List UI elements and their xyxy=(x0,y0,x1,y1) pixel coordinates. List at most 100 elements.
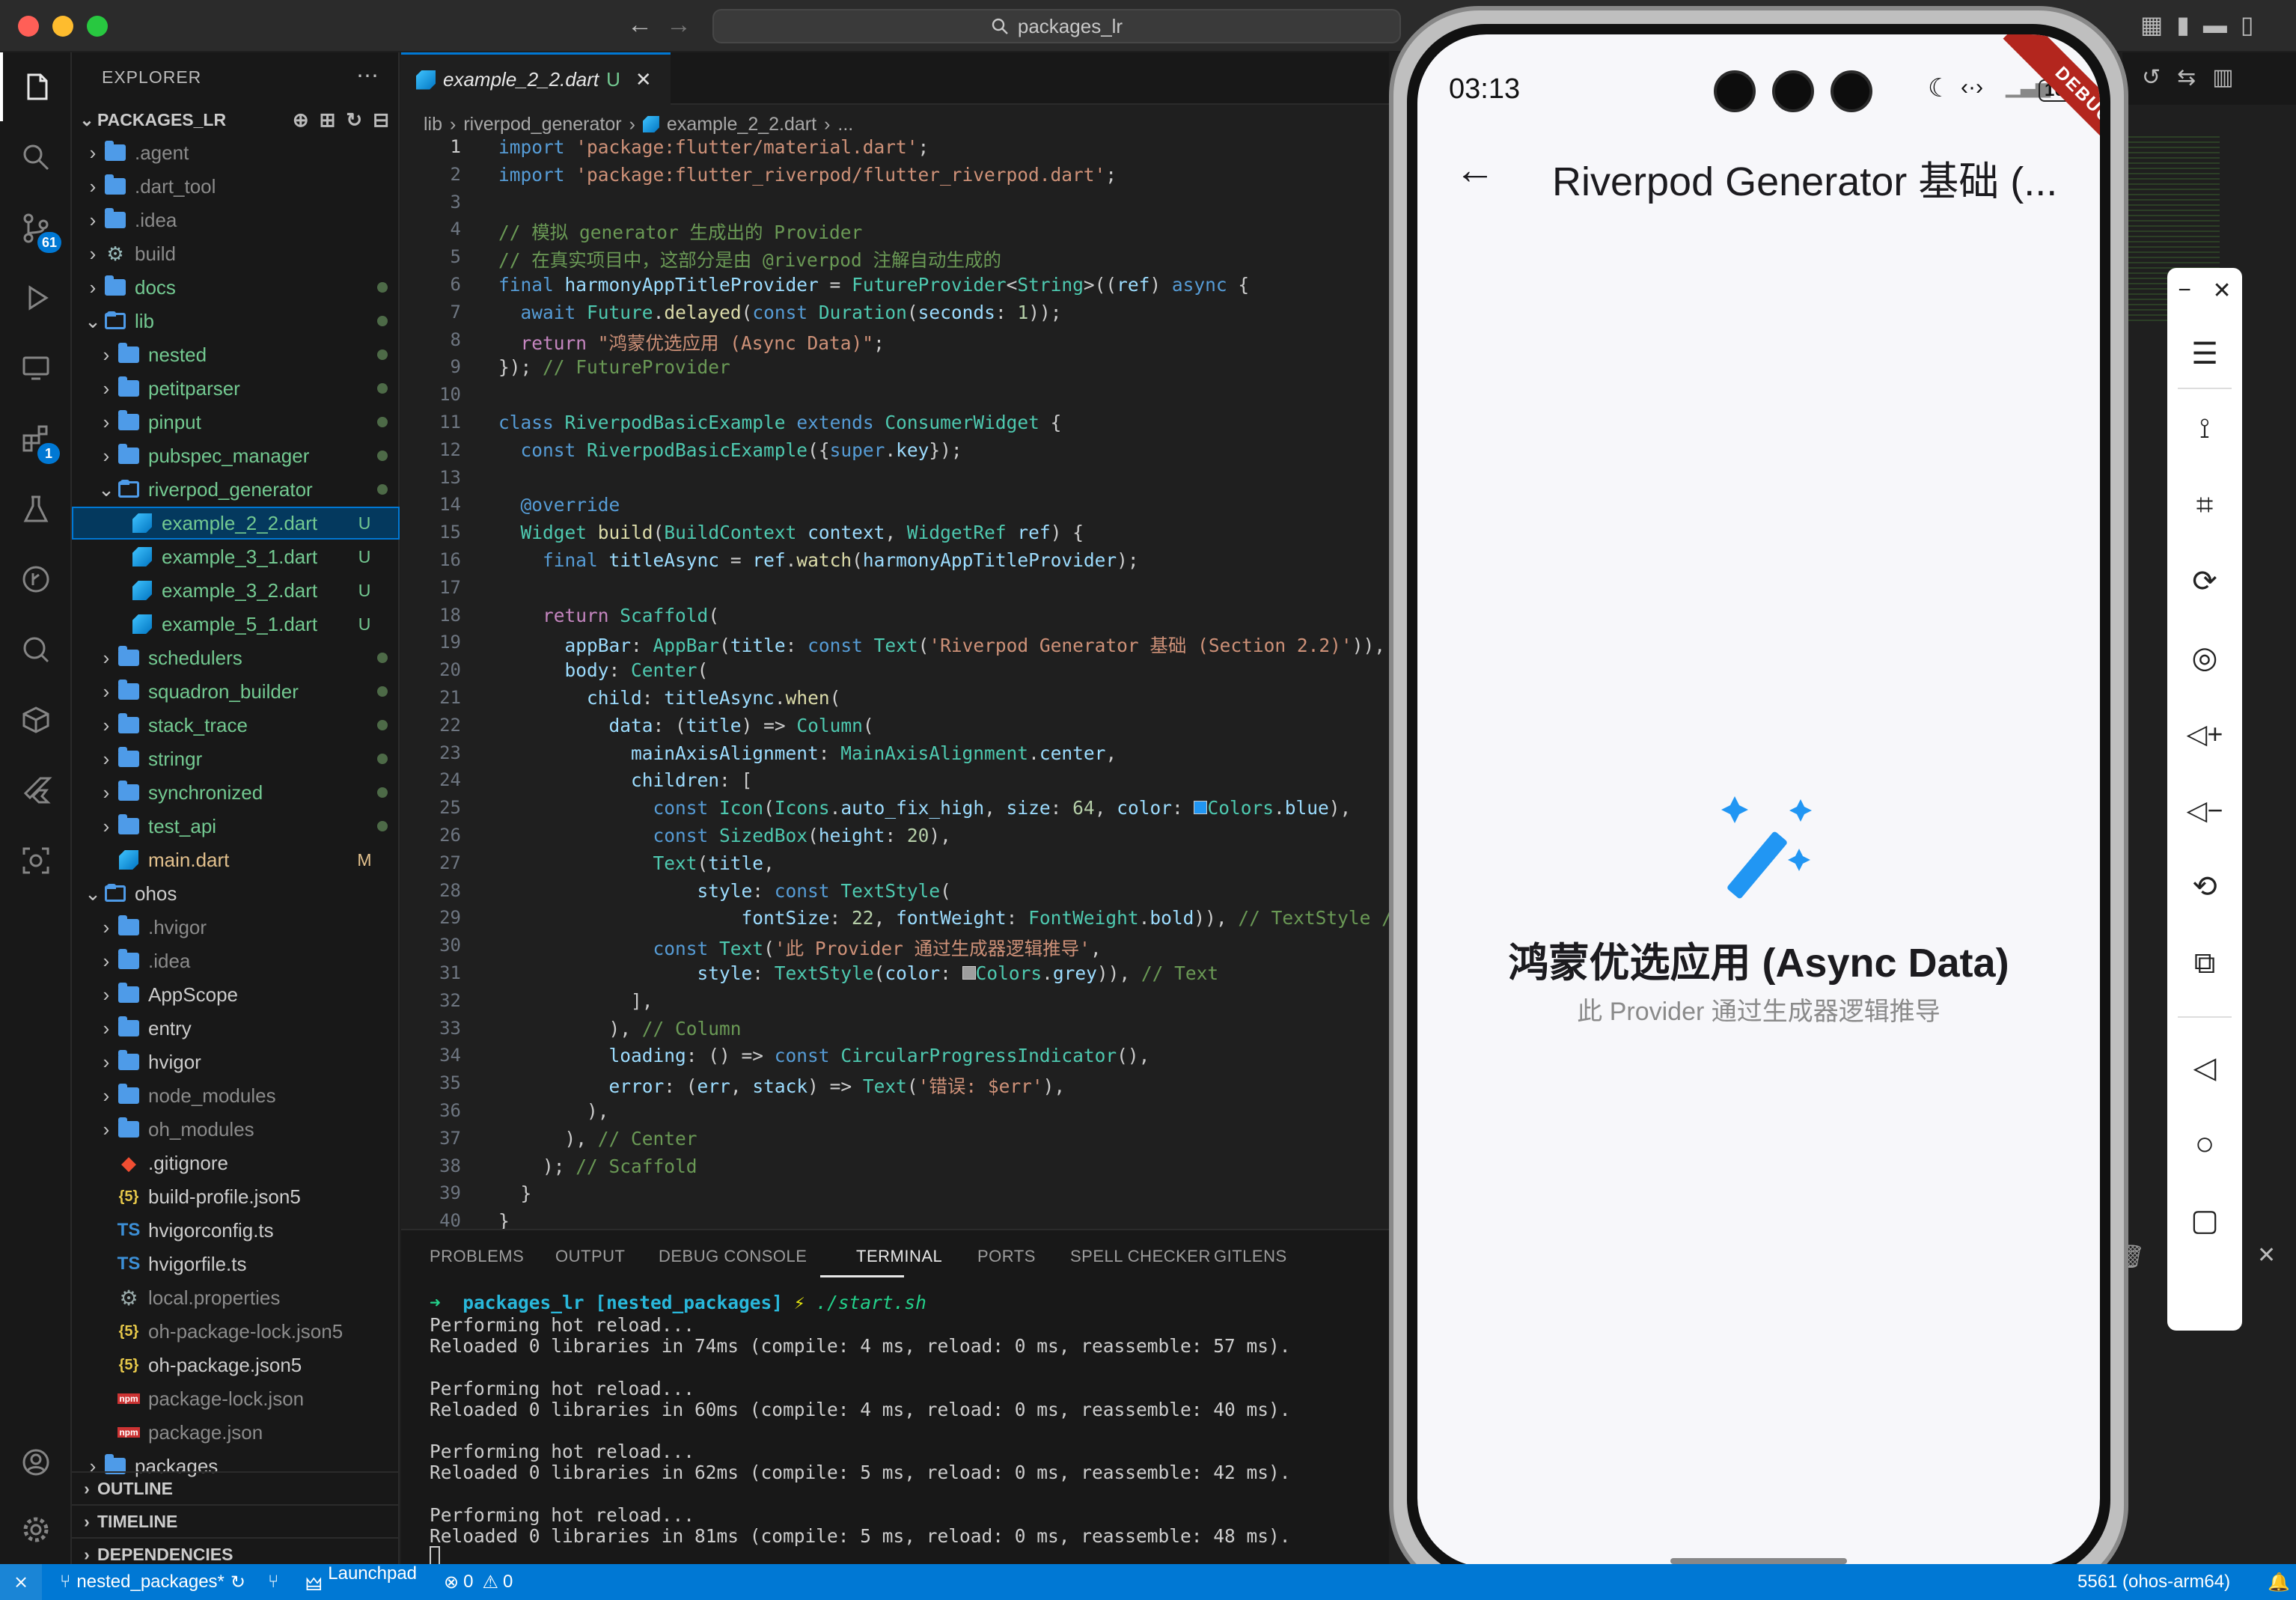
tree-item[interactable]: › stringr xyxy=(72,742,400,775)
more-actions-icon[interactable]: ⋯ xyxy=(356,63,379,89)
tree-item[interactable]: npm package-lock.json xyxy=(72,1382,400,1415)
tree-item[interactable]: example_3_2.dart U xyxy=(72,574,400,607)
tree-item[interactable]: › entry xyxy=(72,1012,400,1045)
phone-screen[interactable]: 03:13 ☾ ‹·› ▁▃▅ 100 DEBUG ← Riverpod Gen… xyxy=(1417,34,2100,1567)
breadcrumb-symbol[interactable]: ... xyxy=(837,114,853,135)
remote-indicator-icon[interactable]: ⨯ xyxy=(0,1564,42,1600)
tree-item[interactable]: ⌄ ohos xyxy=(72,877,400,910)
tree-item[interactable]: › pinput xyxy=(72,406,400,439)
device-indicator[interactable]: 5561 (ohos-arm64) xyxy=(2077,1572,2230,1593)
minimize-window-button[interactable] xyxy=(52,16,73,37)
launchpad-item[interactable]: 🜲 Launchpad xyxy=(305,1563,417,1600)
panel-tab[interactable]: PORTS xyxy=(977,1247,1036,1266)
panel-tab[interactable]: DEBUG CONSOLE xyxy=(659,1247,807,1266)
containers-activity[interactable] xyxy=(0,686,72,754)
remote-explorer-activity[interactable] xyxy=(0,334,72,403)
layout-toggle-icons[interactable]: ▦▮▬▯ xyxy=(2140,10,2267,39)
tree-item[interactable]: TS hvigorconfig.ts xyxy=(72,1214,400,1247)
tree-item[interactable]: › node_modules xyxy=(72,1079,400,1112)
tree-item[interactable]: › .idea xyxy=(72,204,400,236)
home-indicator[interactable] xyxy=(1670,1558,1847,1564)
tree-item[interactable]: ⚙ local.properties xyxy=(72,1281,400,1314)
rotate-device-icon[interactable]: ⟲ xyxy=(2167,861,2242,913)
tree-item[interactable]: › oh_modules xyxy=(72,1113,400,1146)
git-graph-status-icon[interactable]: ⑂ xyxy=(268,1572,278,1593)
close-tab-icon[interactable]: ✕ xyxy=(635,68,652,91)
tree-item[interactable]: › schedulers xyxy=(72,641,400,674)
manage-activity[interactable] xyxy=(0,1495,72,1564)
minimize-icon[interactable]: − xyxy=(2178,278,2191,303)
search-activity[interactable] xyxy=(0,123,72,192)
tree-item[interactable]: ⌄ riverpod_generator xyxy=(72,473,400,506)
git-graph-activity[interactable] xyxy=(0,545,72,614)
tree-item[interactable]: › .idea xyxy=(72,944,400,977)
tree-item[interactable]: › squadron_builder xyxy=(72,675,400,708)
tree-item[interactable]: ◆ .gitignore xyxy=(72,1146,400,1179)
explorer-activity[interactable] xyxy=(0,52,72,121)
tree-item[interactable]: › AppScope xyxy=(72,978,400,1011)
flutter-activity[interactable] xyxy=(0,756,72,825)
branch-indicator[interactable]: ⑂ nested_packages* ↻ xyxy=(60,1572,245,1593)
panel-tab[interactable]: GITLENS xyxy=(1214,1247,1287,1266)
close-icon[interactable]: ✕ xyxy=(2213,278,2232,304)
close-window-button[interactable] xyxy=(18,16,39,37)
notifications-icon[interactable]: 🔔 xyxy=(2268,1572,2290,1593)
back-arrow-icon[interactable]: ← xyxy=(627,10,653,40)
source-control-activity[interactable]: 61 xyxy=(0,193,72,262)
live-share-activity[interactable] xyxy=(0,826,72,895)
rotate-icon[interactable]: ⟳ xyxy=(2167,555,2242,608)
editor-tab-example-2-2[interactable]: example_2_2.dart U ✕ xyxy=(401,52,671,105)
editor-action-icons[interactable]: ↺⇆▥ xyxy=(2142,64,2250,91)
crop-icon[interactable]: ⌗ xyxy=(2167,479,2242,531)
workspace-root[interactable]: ⌄ PACKAGES_LR ⊕⊞↻⊟ xyxy=(72,103,400,136)
nav-back-icon[interactable]: ◁ xyxy=(2167,1042,2242,1094)
tree-item[interactable]: › nested xyxy=(72,338,400,371)
problems-indicator[interactable]: ⊗ 0 ⚠ 0 xyxy=(444,1572,513,1593)
panel-tab[interactable]: SPELL CHECKER xyxy=(1070,1247,1211,1266)
tree-item[interactable]: › docs xyxy=(72,271,400,304)
tree-item[interactable]: › synchronized xyxy=(72,776,400,809)
tree-item[interactable]: example_3_1.dart U xyxy=(72,540,400,573)
tree-item[interactable]: › .dart_tool xyxy=(72,170,400,203)
breadcrumb-lib[interactable]: lib xyxy=(424,114,442,135)
tree-item[interactable]: example_5_1.dart U xyxy=(72,608,400,641)
testing-activity[interactable] xyxy=(0,474,72,543)
run-debug-activity[interactable] xyxy=(0,263,72,332)
timeline-section[interactable]: › TIMELINE xyxy=(72,1504,400,1537)
tree-item[interactable]: › test_api xyxy=(72,810,400,843)
tree-item[interactable]: ⌄ lib xyxy=(72,305,400,338)
tree-item[interactable]: › stack_trace xyxy=(72,709,400,742)
tree-item[interactable]: › pubspec_manager xyxy=(72,439,400,472)
panel-tab[interactable]: TERMINAL xyxy=(856,1247,942,1266)
nav-recents-icon[interactable]: ▢ xyxy=(2167,1194,2242,1247)
pin-off-icon[interactable]: ⟟ xyxy=(2167,403,2242,455)
close-panel-icon[interactable]: ✕ xyxy=(2257,1242,2276,1268)
panel-tab[interactable]: PROBLEMS xyxy=(430,1247,524,1266)
maximize-window-button[interactable] xyxy=(87,16,108,37)
tree-item[interactable]: {5} oh-package.json5 xyxy=(72,1349,400,1381)
explorer-actions-icons[interactable]: ⊕⊞↻⊟ xyxy=(293,109,400,132)
tree-item[interactable]: › petitparser xyxy=(72,372,400,405)
tree-item[interactable]: › hvigor xyxy=(72,1045,400,1078)
tree-item[interactable]: main.dart M xyxy=(72,843,400,876)
tree-item[interactable]: › .hvigor xyxy=(72,911,400,944)
tree-item[interactable]: example_2_2.dart U xyxy=(72,507,400,540)
volume-down-icon[interactable]: ◁− xyxy=(2167,784,2242,837)
nav-home-icon[interactable]: ○ xyxy=(2167,1118,2242,1170)
code-editor[interactable]: 1 import 'package:flutter/material.dart';… xyxy=(401,136,1389,1229)
breadcrumb-riverpod-generator[interactable]: riverpod_generator xyxy=(463,114,621,135)
tree-item[interactable]: {5} oh-package-lock.json5 xyxy=(72,1315,400,1348)
screenshot-icon[interactable]: ◎ xyxy=(2167,632,2242,684)
tree-item[interactable]: npm package.json xyxy=(72,1416,400,1449)
accounts-activity[interactable] xyxy=(0,1428,72,1497)
command-center-search[interactable]: packages_lr xyxy=(712,9,1401,43)
tree-item[interactable]: {5} build-profile.json5 xyxy=(72,1180,400,1213)
menu-icon[interactable]: ☰ xyxy=(2167,328,2242,380)
volume-up-icon[interactable]: ◁+ xyxy=(2167,708,2242,760)
tree-item[interactable]: TS hvigorfile.ts xyxy=(72,1248,400,1280)
outline-section[interactable]: › OUTLINE xyxy=(72,1471,400,1504)
multi-device-icon[interactable]: ⧉ xyxy=(2167,937,2242,989)
gitlens-activity[interactable] xyxy=(0,615,72,684)
panel-tab[interactable]: OUTPUT xyxy=(555,1247,625,1266)
forward-arrow-icon[interactable]: → xyxy=(666,10,691,40)
